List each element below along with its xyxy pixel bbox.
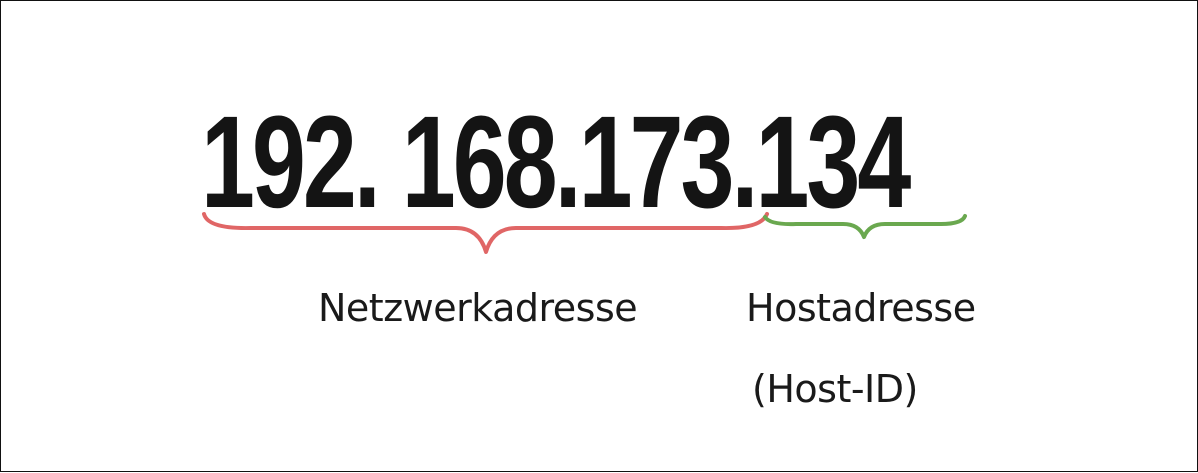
host-address-label: Hostadresse [746,286,976,330]
diagram-frame: 192. 168.173.134 Netzwerkadresse Hostadr… [0,0,1198,472]
network-brace [202,212,769,254]
brace-overlay [202,212,967,254]
network-address-label: Netzwerkadresse [318,286,638,330]
host-id-label: (Host-ID) [752,367,918,411]
host-brace [763,214,967,239]
